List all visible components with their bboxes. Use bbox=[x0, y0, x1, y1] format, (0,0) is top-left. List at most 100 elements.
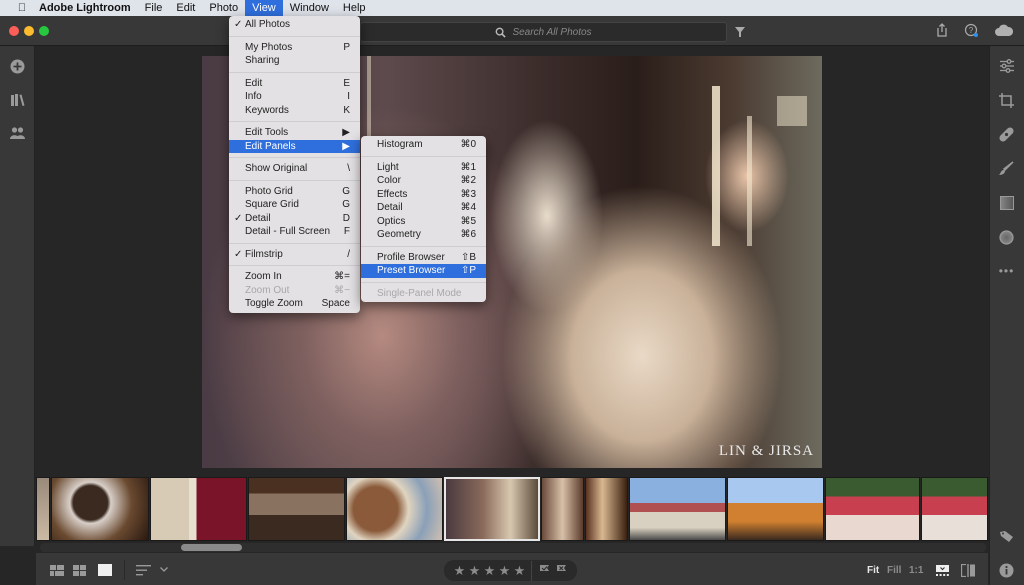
add-photos-icon[interactable] bbox=[0, 59, 35, 74]
rating-star-4[interactable]: ★ bbox=[497, 563, 512, 579]
zoom-window-button[interactable] bbox=[39, 26, 49, 36]
checkmark-icon: ✓ bbox=[234, 19, 243, 30]
menu-item-detail[interactable]: ✓ Detail D bbox=[229, 212, 360, 226]
square-grid-icon[interactable] bbox=[73, 565, 87, 576]
menu-item-square-grid[interactable]: Square Grid G bbox=[229, 198, 360, 212]
filmstrip-thumb-selected[interactable] bbox=[444, 477, 540, 541]
menu-item-toggle-zoom[interactable]: Toggle Zoom Space bbox=[229, 297, 360, 311]
menu-item-geometry[interactable]: Geometry ⌘6 bbox=[361, 228, 486, 242]
menu-item-effects[interactable]: Effects ⌘3 bbox=[361, 188, 486, 202]
sort-icon[interactable] bbox=[136, 565, 151, 576]
menu-item-edit-tools[interactable]: Edit Tools ▶ bbox=[229, 126, 360, 140]
menu-item-profile-browser[interactable]: Profile Browser ⇧B bbox=[361, 251, 486, 265]
filmstrip-scrollbar[interactable] bbox=[40, 543, 986, 552]
filmstrip-thumb[interactable] bbox=[727, 477, 824, 541]
menu-item-detail-full-screen[interactable]: Detail - Full Screen F bbox=[229, 225, 360, 239]
people-icon[interactable] bbox=[0, 127, 35, 139]
zoom-fit-option[interactable]: Fit bbox=[867, 565, 879, 576]
rating-star-5[interactable]: ★ bbox=[512, 563, 527, 579]
filmstrip-thumb[interactable] bbox=[921, 477, 988, 541]
rating-star-1[interactable]: ★ bbox=[452, 563, 467, 579]
menu-item-histogram[interactable]: Histogram ⌘0 bbox=[361, 138, 486, 152]
menu-item-optics[interactable]: Optics ⌘5 bbox=[361, 215, 486, 229]
menu-item-shortcut: P bbox=[343, 41, 350, 53]
compare-before-after-icon[interactable] bbox=[961, 564, 975, 577]
menu-separator bbox=[229, 242, 360, 244]
menu-item-my-photos[interactable]: My Photos P bbox=[229, 41, 360, 55]
menu-item-shortcut: ⇧B bbox=[460, 251, 476, 263]
filmstrip-thumb[interactable] bbox=[585, 477, 628, 541]
filmstrip-scroll-thumb[interactable] bbox=[181, 544, 242, 551]
filmstrip-thumb[interactable] bbox=[248, 477, 345, 541]
rating-star-2[interactable]: ★ bbox=[467, 563, 482, 579]
menu-item-label: Detail bbox=[245, 212, 271, 224]
minimize-window-button[interactable] bbox=[24, 26, 34, 36]
search-placeholder: Search All Photos bbox=[512, 26, 592, 38]
menu-item-shortcut: G bbox=[342, 199, 350, 210]
library-icon[interactable] bbox=[0, 93, 35, 106]
pick-flag-icon[interactable] bbox=[539, 565, 550, 576]
reject-flag-icon[interactable] bbox=[556, 565, 567, 576]
rating-star-3[interactable]: ★ bbox=[482, 563, 497, 579]
menu-photo[interactable]: Photo bbox=[202, 0, 245, 16]
menu-file[interactable]: File bbox=[138, 0, 170, 16]
menu-item-color[interactable]: Color ⌘2 bbox=[361, 174, 486, 188]
menu-item-light[interactable]: Light ⌘1 bbox=[361, 161, 486, 175]
menu-item-label: Keywords bbox=[245, 104, 289, 116]
filter-icon[interactable] bbox=[735, 27, 745, 37]
app-menu[interactable]: Adobe Lightroom bbox=[32, 2, 138, 14]
menu-item-keywords[interactable]: Keywords K bbox=[229, 104, 360, 118]
radial-gradient-icon[interactable] bbox=[989, 230, 1024, 245]
cloud-icon[interactable] bbox=[995, 24, 1013, 36]
close-window-button[interactable] bbox=[9, 26, 19, 36]
menu-help[interactable]: Help bbox=[336, 0, 373, 16]
filmstrip-thumb[interactable] bbox=[36, 477, 50, 541]
info-icon[interactable] bbox=[989, 563, 1024, 578]
menu-item-edit[interactable]: Edit E bbox=[229, 77, 360, 91]
filmstrip-thumb[interactable] bbox=[629, 477, 726, 541]
sort-chevron-down-icon[interactable] bbox=[160, 567, 168, 572]
filmstrip-thumb[interactable] bbox=[51, 477, 149, 541]
apple-icon[interactable]:  bbox=[12, 2, 32, 14]
brush-icon[interactable] bbox=[989, 161, 1024, 176]
zoom-1to1-option[interactable]: 1:1 bbox=[909, 565, 923, 576]
filmstrip-toggle-icon[interactable] bbox=[936, 565, 949, 576]
menu-item-info[interactable]: Info I bbox=[229, 90, 360, 104]
menu-window[interactable]: Window bbox=[283, 0, 336, 16]
menu-item-detail[interactable]: Detail ⌘4 bbox=[361, 201, 486, 215]
menu-item-sharing[interactable]: Sharing bbox=[229, 54, 360, 68]
menu-item-label: Detail bbox=[377, 202, 403, 213]
filmstrip-thumb[interactable] bbox=[150, 477, 247, 541]
menu-edit[interactable]: Edit bbox=[169, 0, 202, 16]
crop-icon[interactable] bbox=[989, 93, 1024, 108]
detail-view-icon[interactable] bbox=[98, 564, 112, 576]
keywords-tag-icon[interactable] bbox=[989, 531, 1024, 542]
menu-view[interactable]: View bbox=[245, 0, 283, 16]
help-icon[interactable]: ? bbox=[964, 23, 979, 38]
menu-item-label: Edit Tools bbox=[245, 127, 289, 138]
menu-item-edit-panels[interactable]: Edit Panels ▶ bbox=[229, 139, 360, 153]
menu-item-all-photos[interactable]: ✓ All Photos bbox=[229, 18, 360, 32]
menu-item-photo-grid[interactable]: Photo Grid G bbox=[229, 185, 360, 199]
filmstrip-thumb[interactable] bbox=[346, 477, 443, 541]
linear-gradient-icon[interactable] bbox=[989, 196, 1024, 210]
menu-item-show-original[interactable]: Show Original \ bbox=[229, 162, 360, 176]
menu-item-label: Info bbox=[245, 91, 262, 102]
menu-item-zoom-in[interactable]: Zoom In ⌘= bbox=[229, 270, 360, 284]
healing-icon[interactable] bbox=[989, 127, 1024, 142]
menu-item-label: Histogram bbox=[377, 139, 423, 150]
edit-sliders-icon[interactable] bbox=[989, 59, 1024, 73]
menu-item-shortcut: K bbox=[343, 104, 350, 116]
search-input[interactable]: Search All Photos bbox=[360, 22, 727, 42]
menu-item-shortcut: ⌘5 bbox=[460, 215, 476, 227]
photo-grid-icon[interactable] bbox=[50, 565, 64, 576]
filmstrip-thumb[interactable] bbox=[541, 477, 584, 541]
more-icon[interactable]: ••• bbox=[989, 264, 1024, 278]
zoom-fill-option[interactable]: Fill bbox=[887, 565, 901, 576]
filmstrip-thumb[interactable] bbox=[825, 477, 920, 541]
share-icon[interactable] bbox=[936, 23, 948, 37]
menu-item-label: Color bbox=[377, 175, 401, 186]
menu-item-preset-browser[interactable]: Preset Browser ⇧P bbox=[361, 264, 486, 278]
menu-item-filmstrip[interactable]: ✓ Filmstrip / bbox=[229, 248, 360, 262]
menu-item-shortcut: E bbox=[343, 77, 350, 89]
